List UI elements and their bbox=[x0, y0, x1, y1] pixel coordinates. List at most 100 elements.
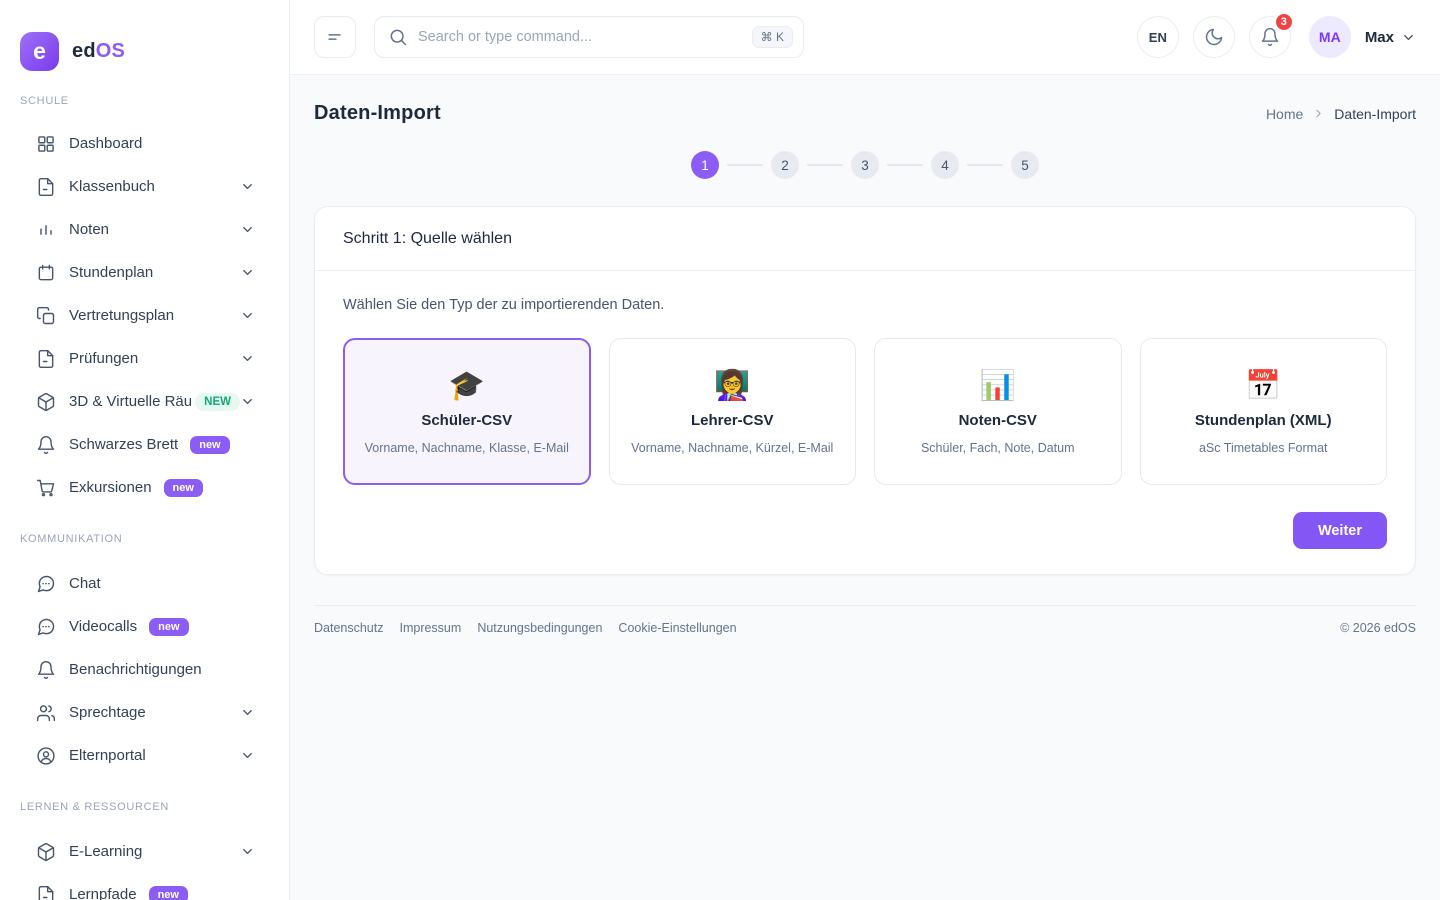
sidebar-item-label: Exkursionen bbox=[69, 479, 152, 496]
option-schueler-csv[interactable]: 🎓 Schüler-CSV Vorname, Nachname, Klasse,… bbox=[343, 338, 591, 485]
section-label-lernen-ressourcen: LERNEN & RESSOURCEN bbox=[20, 801, 269, 814]
breadcrumb-current: Daten-Import bbox=[1334, 106, 1416, 122]
new-badge: new bbox=[149, 618, 188, 636]
sidebar-item-label: Schwarzes Brett bbox=[69, 436, 178, 453]
sidebar-item-lernpfade[interactable]: Lernpfade new bbox=[20, 873, 269, 900]
copy-icon bbox=[36, 306, 56, 326]
document-icon bbox=[36, 885, 56, 900]
chevron-down-icon bbox=[240, 394, 255, 409]
step-connector bbox=[807, 164, 843, 166]
option-title: Noten-CSV bbox=[959, 412, 1037, 429]
nav-kommunikation: Chat Videocalls new Benachrichtigungen S… bbox=[20, 562, 269, 777]
option-title: Stundenplan (XML) bbox=[1195, 412, 1332, 429]
footer-link-cookie-einstellungen[interactable]: Cookie-Einstellungen bbox=[618, 621, 736, 635]
next-button[interactable]: Weiter bbox=[1293, 512, 1387, 549]
sidebar-toggle-button[interactable] bbox=[314, 16, 356, 58]
brand-name: edOS bbox=[72, 40, 125, 63]
sidebar-item-label: Chat bbox=[69, 575, 101, 592]
option-stundenplan-xml[interactable]: 📅 Stundenplan (XML) aSc Timetables Forma… bbox=[1140, 338, 1388, 485]
sidebar-item-pruefungen[interactable]: Prüfungen bbox=[20, 337, 269, 380]
wizard-card-body: Wählen Sie den Typ der zu importierenden… bbox=[315, 271, 1415, 574]
sidebar-item-3d-virtuelle-raeume[interactable]: 3D & Virtuelle Räu NEW bbox=[20, 380, 269, 423]
search-icon bbox=[388, 27, 408, 47]
option-title: Lehrer-CSV bbox=[691, 412, 774, 429]
wizard-card: Schritt 1: Quelle wählen Wählen Sie den … bbox=[314, 206, 1416, 575]
sidebar-item-label: Stundenplan bbox=[69, 264, 153, 281]
language-button[interactable]: EN bbox=[1137, 16, 1179, 58]
sidebar-item-schwarzes-brett[interactable]: Schwarzes Brett new bbox=[20, 423, 269, 466]
footer-link-nutzungsbedingungen[interactable]: Nutzungsbedingungen bbox=[477, 621, 602, 635]
brand-logo[interactable]: e edOS bbox=[20, 0, 269, 71]
step-1[interactable]: 1 bbox=[691, 151, 719, 179]
sidebar-item-vertretungsplan[interactable]: Vertretungsplan bbox=[20, 294, 269, 337]
sidebar-item-stundenplan[interactable]: Stundenplan bbox=[20, 251, 269, 294]
dark-mode-button[interactable] bbox=[1193, 16, 1235, 58]
page-content: Daten-Import Home Daten-Import 1 2 3 4 5 bbox=[290, 75, 1440, 900]
breadcrumb-home-link[interactable]: Home bbox=[1266, 106, 1303, 122]
step-connector bbox=[967, 164, 1003, 166]
sidebar-item-exkursionen[interactable]: Exkursionen new bbox=[20, 466, 269, 509]
main-area: ⌘ K EN 3 MA Max Daten-Import bbox=[290, 0, 1440, 900]
notifications-button[interactable]: 3 bbox=[1249, 16, 1291, 58]
option-desc: aSc Timetables Format bbox=[1199, 441, 1328, 455]
copyright: © 2026 edOS bbox=[1340, 621, 1416, 635]
new-badge: new bbox=[149, 886, 188, 900]
document-icon bbox=[36, 349, 56, 369]
sidebar-item-klassenbuch[interactable]: Klassenbuch bbox=[20, 165, 269, 208]
chevron-down-icon bbox=[240, 222, 255, 237]
menu-icon bbox=[325, 27, 345, 47]
sidebar-item-benachrichtigungen[interactable]: Benachrichtigungen bbox=[20, 648, 269, 691]
option-desc: Vorname, Nachname, Kürzel, E-Mail bbox=[631, 441, 833, 455]
option-noten-csv[interactable]: 📊 Noten-CSV Schüler, Fach, Note, Datum bbox=[874, 338, 1122, 485]
global-search[interactable]: ⌘ K bbox=[374, 16, 804, 58]
user-circle-icon bbox=[36, 746, 56, 766]
chevron-down-icon bbox=[240, 351, 255, 366]
step-2[interactable]: 2 bbox=[771, 151, 799, 179]
footer-link-impressum[interactable]: Impressum bbox=[399, 621, 461, 635]
option-lehrer-csv[interactable]: 👩‍🏫 Lehrer-CSV Vorname, Nachname, Kürzel… bbox=[609, 338, 857, 485]
sidebar-item-label: Noten bbox=[69, 221, 109, 238]
step-5[interactable]: 5 bbox=[1011, 151, 1039, 179]
sidebar-item-chat[interactable]: Chat bbox=[20, 562, 269, 605]
wizard-actions: Weiter bbox=[343, 512, 1387, 549]
bell-icon bbox=[36, 660, 56, 680]
shopping-cart-icon bbox=[36, 478, 56, 498]
sidebar: e edOS SCHULE Dashboard Klassenbuch Note… bbox=[0, 0, 290, 900]
sidebar-item-label: 3D & Virtuelle Räu bbox=[69, 393, 191, 410]
page-title: Daten-Import bbox=[314, 102, 441, 125]
chevron-down-icon bbox=[1401, 30, 1416, 45]
search-input[interactable] bbox=[418, 29, 742, 45]
chevron-down-icon bbox=[240, 308, 255, 323]
bar-chart-icon bbox=[36, 220, 56, 240]
keyboard-shortcut-badge: ⌘ K bbox=[752, 26, 793, 48]
step-4[interactable]: 4 bbox=[931, 151, 959, 179]
sidebar-item-noten[interactable]: Noten bbox=[20, 208, 269, 251]
grid-icon bbox=[36, 134, 56, 154]
section-label-kommunikation: KOMMUNIKATION bbox=[20, 533, 269, 546]
avatar[interactable]: MA bbox=[1309, 16, 1351, 58]
new-badge: new bbox=[190, 436, 229, 454]
graduation-cap-icon: 🎓 bbox=[449, 368, 485, 403]
sidebar-item-label: E-Learning bbox=[69, 843, 142, 860]
sidebar-item-sprechtage[interactable]: Sprechtage bbox=[20, 691, 269, 734]
breadcrumb: Home Daten-Import bbox=[1266, 106, 1416, 122]
sidebar-item-videocalls[interactable]: Videocalls new bbox=[20, 605, 269, 648]
nav-lernen: E-Learning Lernpfade new bbox=[20, 830, 269, 900]
chevron-down-icon bbox=[240, 179, 255, 194]
new-badge: NEW bbox=[195, 393, 240, 411]
step-3[interactable]: 3 bbox=[851, 151, 879, 179]
calendar-emoji-icon: 📅 bbox=[1245, 368, 1281, 403]
new-badge: new bbox=[164, 479, 203, 497]
moon-icon bbox=[1204, 27, 1224, 47]
footer-link-datenschutz[interactable]: Datenschutz bbox=[314, 621, 383, 635]
option-desc: Vorname, Nachname, Klasse, E-Mail bbox=[365, 441, 569, 455]
sidebar-item-label: Elternportal bbox=[69, 747, 146, 764]
user-menu[interactable]: Max bbox=[1365, 29, 1416, 46]
sidebar-item-elternportal[interactable]: Elternportal bbox=[20, 734, 269, 777]
sidebar-item-label: Sprechtage bbox=[69, 704, 146, 721]
sidebar-item-dashboard[interactable]: Dashboard bbox=[20, 122, 269, 165]
page-footer: Datenschutz Impressum Nutzungsbedingunge… bbox=[314, 605, 1416, 635]
sidebar-item-e-learning[interactable]: E-Learning bbox=[20, 830, 269, 873]
calendar-icon bbox=[36, 263, 56, 283]
import-options: 🎓 Schüler-CSV Vorname, Nachname, Klasse,… bbox=[343, 338, 1387, 485]
